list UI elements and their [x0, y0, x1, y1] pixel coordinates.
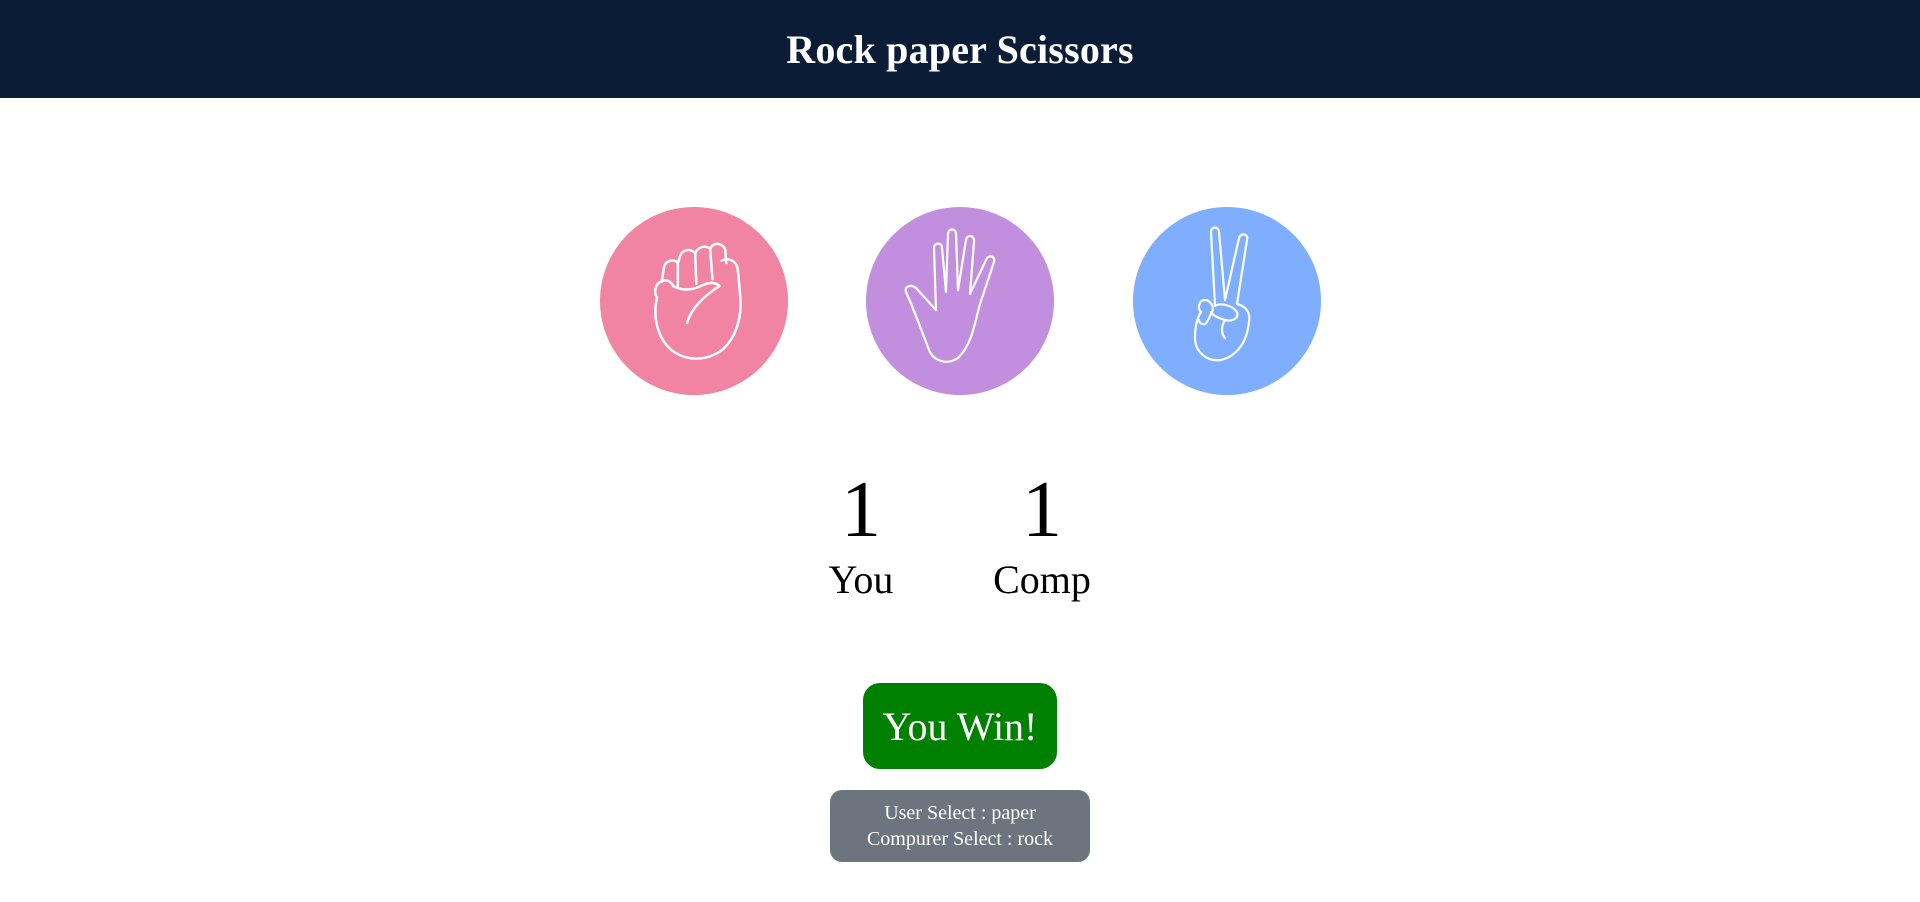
- rock-choice-button[interactable]: [600, 207, 788, 395]
- user-score-value: 1: [841, 466, 881, 554]
- computer-score-label: Comp: [993, 557, 1091, 602]
- fist-icon: [653, 242, 742, 360]
- selection-info: User Select : paper Compurer Select : ro…: [830, 790, 1090, 862]
- paper-choice-button[interactable]: [866, 207, 1054, 395]
- page-title: Rock paper Scissors: [786, 26, 1134, 72]
- user-score: 1 You: [791, 462, 931, 602]
- scissors-choice-button[interactable]: [1133, 207, 1321, 395]
- computer-score: 1 Comp: [972, 462, 1112, 602]
- user-score-label: You: [828, 557, 894, 602]
- peace-hand-icon: [1193, 226, 1251, 362]
- computer-selection-text: Compurer Select : rock: [866, 828, 1054, 850]
- user-selection-text: User Select : paper: [884, 802, 1036, 824]
- open-hand-icon: [904, 228, 996, 363]
- result-message: You Win!: [863, 683, 1057, 769]
- app-header: Rock paper Scissors: [0, 0, 1920, 98]
- computer-score-value: 1: [1022, 466, 1062, 554]
